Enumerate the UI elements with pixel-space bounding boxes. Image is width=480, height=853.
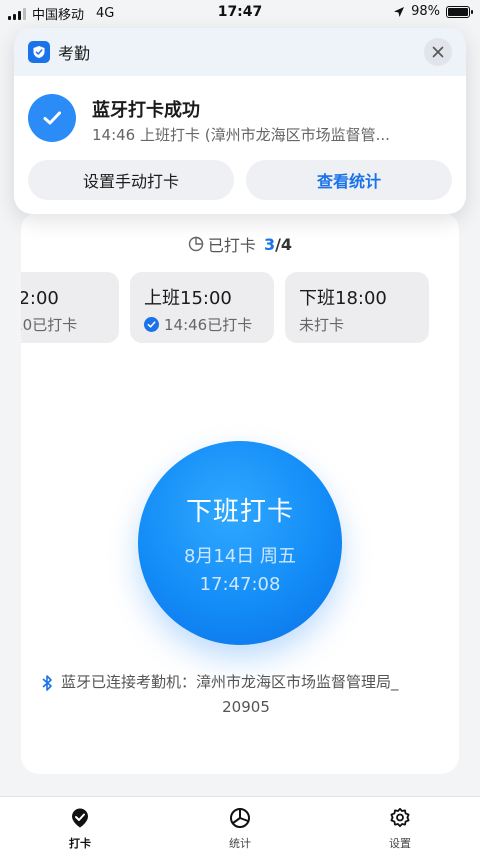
manual-punch-setting-button[interactable]: 设置手动打卡 [28,160,234,200]
shift-slot-status-text: 14:46已打卡 [164,316,253,334]
tab-label: 统计 [229,837,251,850]
punch-date: 8月14日 周五 [183,546,297,567]
close-notification-button[interactable] [424,38,452,66]
pie-chart-icon [230,808,250,828]
status-bar: 中国移动 4G 17:47 98% [0,0,480,26]
punch-button-label: 下班打卡 [185,497,294,527]
checked-icon [144,317,159,332]
notification-title: 蓝牙打卡成功 [92,100,200,121]
tab-bar: 打卡 统计 设置 [0,796,480,853]
shift-slot-status: 12:10已打卡 [21,314,105,335]
shift-slot-title: 上班15:00 [144,288,232,309]
punch-clock: 17:47:08 [199,574,281,595]
notification-header: 考勤 [14,28,466,76]
shift-slot-status: 未打卡 [299,314,415,335]
progress-total: /4 [275,234,293,254]
status-right: 98% [393,4,473,19]
gear-icon [390,807,410,828]
shift-slot-status-text: 12:10已打卡 [21,316,78,334]
bluetooth-status: 蓝牙已连接考勤机：漳州市龙海区市场监督管理局_ 20905 [41,670,451,720]
check-shield-icon [72,808,88,828]
punch-card: 已打卡 3/4 班12:00 12:10已打卡 上班15:00 14:46已打卡 [21,212,459,774]
notification-app-name: 考勤 [58,44,91,63]
bluetooth-device-id: 20905 [222,698,270,716]
location-arrow-icon [394,6,405,17]
tab-stats[interactable]: 统计 [160,797,320,853]
progress-count: 3 [263,234,276,254]
battery-icon [446,5,473,18]
close-icon [432,46,444,58]
tab-punch[interactable]: 打卡 [0,797,160,853]
shift-slot-title: 下班18:00 [299,288,387,309]
shift-slot-status: 14:46已打卡 [144,314,260,335]
notification-detail: 14:46 上班打卡 (漳州市龙海区市场监督管... [92,126,390,144]
tab-label: 设置 [389,837,411,850]
notification-body: 蓝牙打卡成功 14:46 上班打卡 (漳州市龙海区市场监督管... [14,76,466,160]
shift-slot[interactable]: 下班18:00 未打卡 [285,272,429,343]
shift-slot[interactable]: 班12:00 12:10已打卡 [21,272,119,343]
battery-percent: 98% [411,4,440,19]
bluetooth-status-text: 蓝牙已连接考勤机：漳州市龙海区市场监督管理局_ [61,673,399,691]
progress-label: 已打卡 [207,236,256,255]
notification-banner[interactable]: 考勤 蓝牙打卡成功 14:46 上班打卡 (漳州市龙海区市场监督管... 设置手… [14,28,466,214]
clock-out-button[interactable]: 下班打卡 8月14日 周五 17:47:08 [138,441,342,645]
view-stats-button[interactable]: 查看统计 [246,160,452,200]
punch-progress: 已打卡 3/4 [21,232,459,256]
shift-slot-title: 班12:00 [21,288,59,309]
battery-level [448,7,468,16]
success-check-icon [28,94,76,142]
attendance-app-icon [28,41,50,63]
progress-pie-icon [188,236,204,252]
shift-slots[interactable]: 班12:00 12:10已打卡 上班15:00 14:46已打卡 下班18:00… [21,272,459,346]
shift-slot[interactable]: 上班15:00 14:46已打卡 [130,272,274,343]
bluetooth-status-row: 蓝牙已连接考勤机：漳州市龙海区市场监督管理局_ [41,670,451,695]
notification-actions: 设置手动打卡 查看统计 [28,160,452,200]
tab-label: 打卡 [69,837,91,850]
tab-settings[interactable]: 设置 [320,797,480,853]
bluetooth-icon [42,674,52,691]
shift-slot-status-text: 未打卡 [299,316,345,334]
shift-slots-track: 班12:00 12:10已打卡 上班15:00 14:46已打卡 下班18:00… [21,272,429,343]
